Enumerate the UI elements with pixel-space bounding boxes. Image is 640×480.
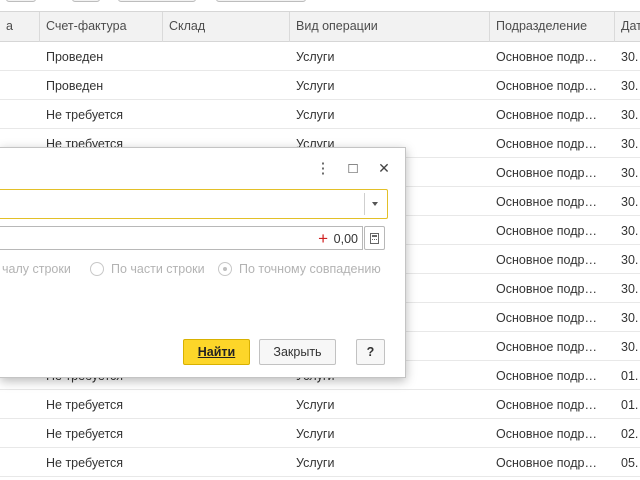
more-icon[interactable]: ⋮: [315, 160, 331, 177]
cell-date: 30.: [621, 311, 639, 325]
close-button[interactable]: Закрыть: [259, 339, 336, 365]
cell-department: Основное подр…: [496, 137, 597, 151]
plus-icon: +: [318, 229, 328, 248]
close-icon[interactable]: ✕: [376, 160, 392, 176]
cell-date: 30.: [621, 224, 639, 238]
cell-operation: Услуги: [296, 398, 335, 412]
column-header-date[interactable]: Дат: [615, 12, 640, 42]
cell-invoice: Проведен: [46, 79, 104, 93]
toolbar-button[interactable]: [72, 0, 100, 2]
cell-date: 30.: [621, 166, 639, 180]
table-header: а Счет-фактура Склад Вид операции Подраз…: [0, 11, 640, 42]
cell-operation: Услуги: [296, 427, 335, 441]
cell-invoice: Не требуется: [46, 398, 124, 412]
number-value: 0,00: [333, 232, 358, 246]
radio-label-partial[interactable]: По части строки: [111, 260, 205, 278]
cell-invoice: Проведен: [46, 50, 104, 64]
cell-date: 30.: [621, 79, 639, 93]
table-row[interactable]: Проведен Услуги Основное подр… 30.: [0, 71, 640, 100]
cell-department: Основное подр…: [496, 456, 597, 470]
toolbar-button[interactable]: [6, 0, 36, 2]
cell-department: Основное подр…: [496, 369, 597, 383]
cell-department: Основное подр…: [496, 282, 597, 296]
cell-invoice: Не требуется: [46, 427, 124, 441]
column-header[interactable]: а: [0, 12, 40, 42]
toolbar-button[interactable]: [118, 0, 196, 2]
cell-department: Основное подр…: [496, 79, 597, 93]
cell-operation: Услуги: [296, 50, 335, 64]
cell-date: 01.: [621, 369, 639, 383]
cell-department: Основное подр…: [496, 340, 597, 354]
cell-warehouse: [163, 390, 290, 418]
cell-department: Основное подр…: [496, 50, 597, 64]
cell-warehouse: [163, 42, 290, 70]
cell-date: 30.: [621, 108, 639, 122]
column-header-operation[interactable]: Вид операции: [290, 12, 490, 42]
cell-operation: Услуги: [296, 108, 335, 122]
table-row[interactable]: Проведен Услуги Основное подр… 30.: [0, 42, 640, 71]
search-mode-group: чалу строки По части строки По точному с…: [0, 260, 406, 278]
cell-department: Основное подр…: [496, 166, 597, 180]
table-row[interactable]: Не требуется Услуги Основное подр… 01.: [0, 390, 640, 419]
cell-warehouse: [163, 100, 290, 128]
help-button[interactable]: ?: [356, 339, 385, 365]
cell-department: Основное подр…: [496, 224, 597, 238]
cell-invoice: Не требуется: [46, 456, 124, 470]
cell-date: 02.: [621, 427, 639, 441]
number-field[interactable]: + 0,00: [0, 226, 363, 250]
radio-label-start[interactable]: чалу строки: [2, 260, 71, 278]
cell-date: 30.: [621, 253, 639, 267]
cell-date: 30.: [621, 50, 639, 64]
cell-invoice: Не требуется: [46, 108, 124, 122]
cell-date: 30.: [621, 340, 639, 354]
cell-date: 30.: [621, 282, 639, 296]
cell-date: 30.: [621, 195, 639, 209]
cell-operation: Услуги: [296, 79, 335, 93]
cell-department: Основное подр…: [496, 108, 597, 122]
radio-exact[interactable]: [218, 262, 232, 276]
calculator-button[interactable]: [364, 226, 385, 250]
table-row[interactable]: Не требуется Услуги Основное подр… 30.: [0, 100, 640, 129]
toolbar: [0, 0, 640, 11]
cell-date: 01.: [621, 398, 639, 412]
cell-department: Основное подр…: [496, 311, 597, 325]
cell-warehouse: [163, 71, 290, 99]
table-row[interactable]: Не требуется Услуги Основное подр… 02.: [0, 419, 640, 448]
find-button[interactable]: Найти: [183, 339, 250, 365]
cell-warehouse: [163, 448, 290, 476]
cell-department: Основное подр…: [496, 427, 597, 441]
cell-date: 30.: [621, 137, 639, 151]
chevron-down-icon[interactable]: [372, 202, 378, 206]
column-header-department[interactable]: Подразделение: [490, 12, 615, 42]
cell-operation: Услуги: [296, 456, 335, 470]
cell-date: 05.: [621, 456, 639, 470]
column-header-warehouse[interactable]: Склад: [163, 12, 290, 42]
cell-department: Основное подр…: [496, 253, 597, 267]
combo-separator: [364, 193, 365, 215]
cell-warehouse: [163, 419, 290, 447]
radio-partial[interactable]: [90, 262, 104, 276]
toolbar-button[interactable]: [216, 0, 306, 2]
search-dialog: ⋮ □ ✕ + 0,00 чалу строки По части строки…: [0, 147, 406, 378]
cell-department: Основное подр…: [496, 195, 597, 209]
cell-department: Основное подр…: [496, 398, 597, 412]
table-row[interactable]: Не требуется Услуги Основное подр… 05.: [0, 448, 640, 477]
maximize-icon[interactable]: □: [345, 160, 361, 177]
radio-label-exact[interactable]: По точному совпадению: [239, 260, 381, 278]
column-header-invoice[interactable]: Счет-фактура: [40, 12, 163, 42]
calculator-icon: [370, 232, 379, 244]
search-input[interactable]: [0, 189, 388, 219]
